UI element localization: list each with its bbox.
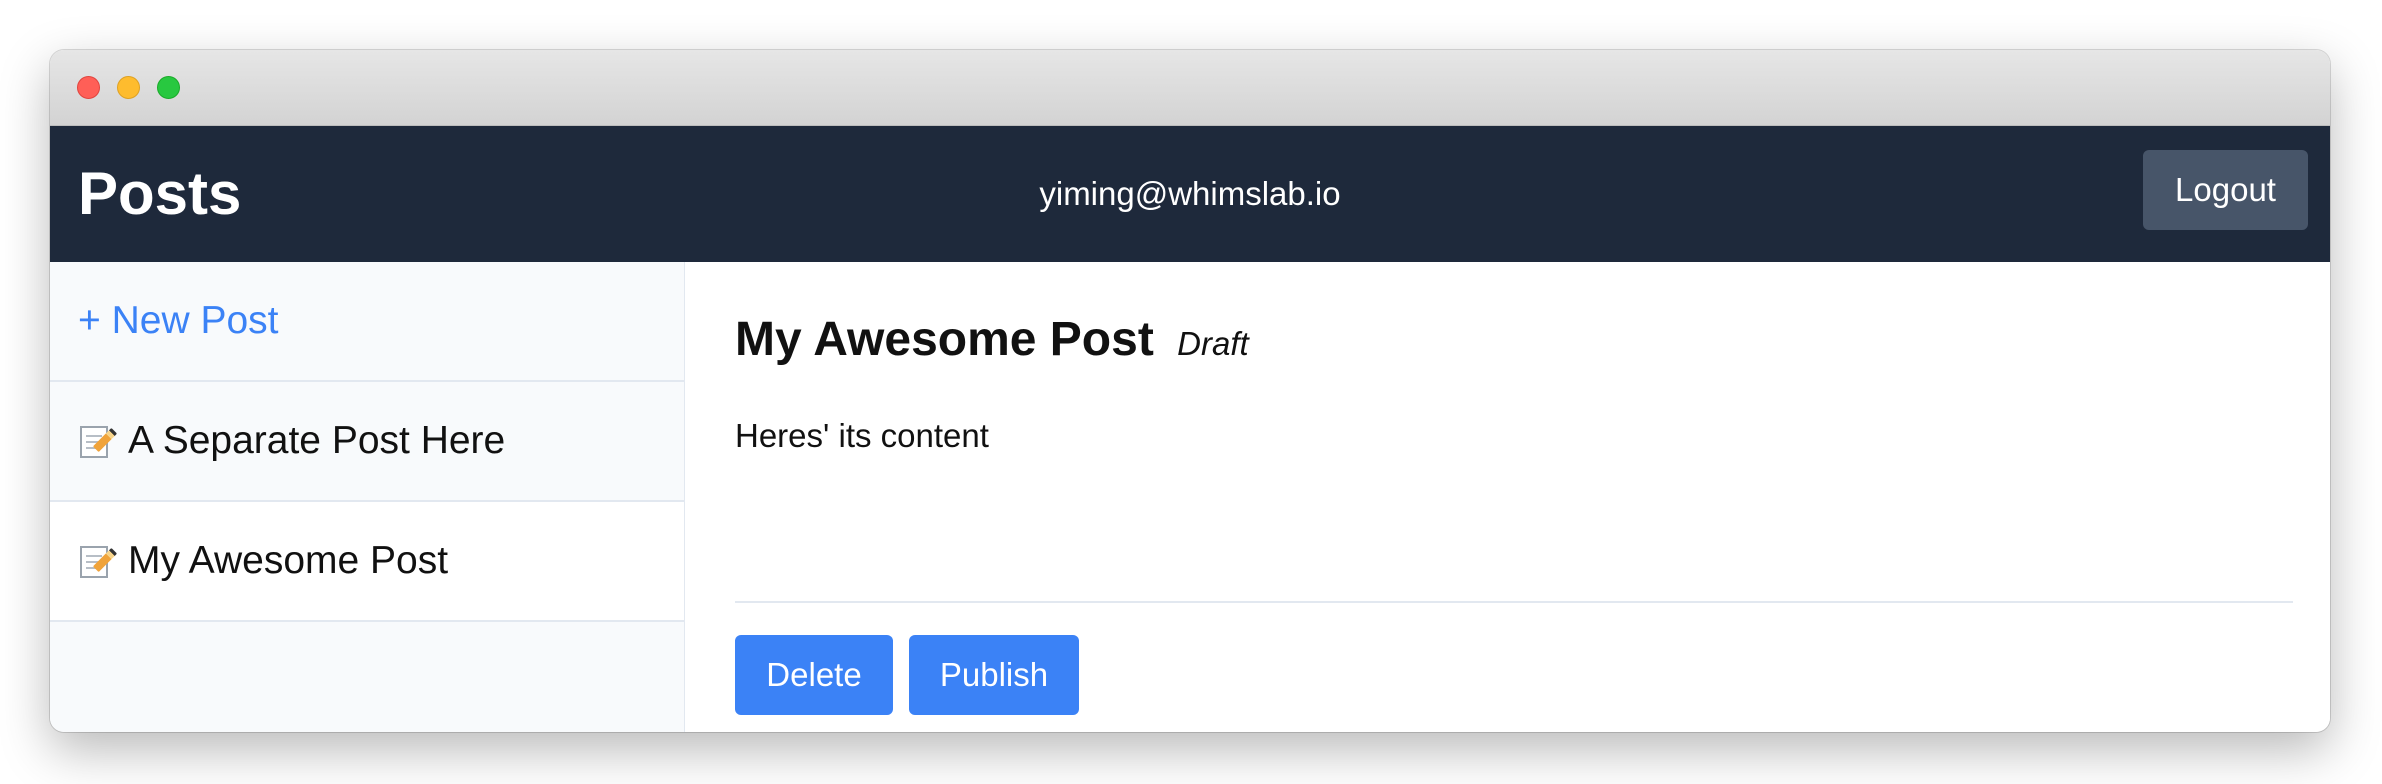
post-content: Heres' its content xyxy=(735,417,989,454)
app-window: yiming@whimslab.io Posts Logout + New Po… xyxy=(50,50,2330,732)
post-heading: My Awesome Post Draft xyxy=(735,312,1249,367)
sidebar: + New Post A Separate Post Here My Aweso… xyxy=(50,262,685,732)
logout-button[interactable]: Logout xyxy=(2143,150,2308,230)
new-post-link[interactable]: + New Post xyxy=(50,262,684,382)
user-email: yiming@whimslab.io xyxy=(1039,175,1341,212)
sidebar-item-my-awesome-post[interactable]: My Awesome Post xyxy=(50,502,684,622)
sidebar-item-a-separate-post-here[interactable]: A Separate Post Here xyxy=(50,382,684,502)
post-status-badge: Draft xyxy=(1177,325,1249,362)
window-minimize-button[interactable] xyxy=(117,76,140,99)
sidebar-item-label: My Awesome Post xyxy=(128,539,449,582)
memo-icon xyxy=(78,542,118,580)
post-detail: My Awesome Post Draft Heres' its content… xyxy=(685,262,2330,732)
post-title: My Awesome Post xyxy=(735,313,1154,366)
new-post-label: + New Post xyxy=(78,299,279,342)
app-header: yiming@whimslab.io Posts Logout xyxy=(50,126,2330,262)
publish-button[interactable]: Publish xyxy=(909,635,1079,715)
sidebar-item-label: A Separate Post Here xyxy=(128,419,506,462)
app-title: Posts xyxy=(78,160,242,227)
delete-button[interactable]: Delete xyxy=(735,635,893,715)
window-titlebar xyxy=(50,50,2330,126)
memo-icon xyxy=(78,422,118,460)
window-maximize-button[interactable] xyxy=(157,76,180,99)
divider xyxy=(735,601,2293,603)
window-close-button[interactable] xyxy=(77,76,100,99)
